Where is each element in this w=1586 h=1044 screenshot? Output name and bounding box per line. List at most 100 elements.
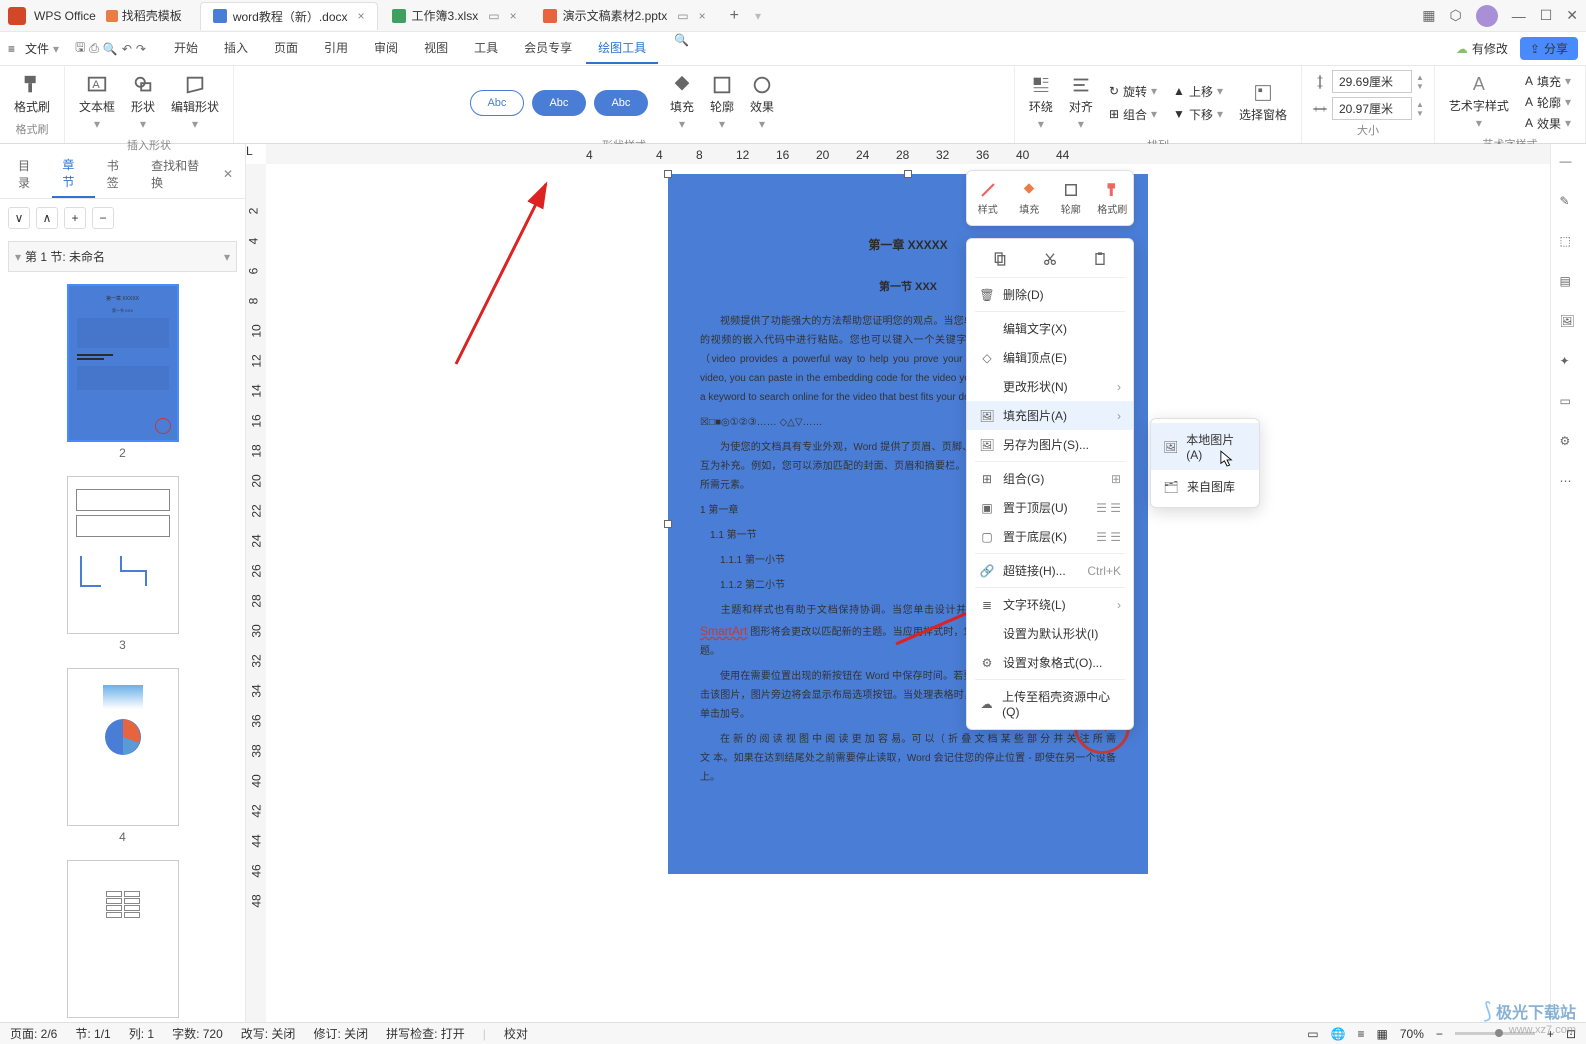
cut-icon[interactable] <box>1042 251 1058 267</box>
redo-icon[interactable]: ↷ <box>136 42 146 56</box>
view-outline-icon[interactable]: ≡ <box>1358 1027 1365 1041</box>
cube-icon[interactable]: ⬡ <box>1449 7 1461 24</box>
view-read-icon[interactable]: ▦ <box>1377 1027 1388 1041</box>
cm-change-shape[interactable]: 更改形状(N)› <box>967 372 1133 401</box>
section-dropdown[interactable]: ▾ 第 1 节: 未命名 ▾ <box>8 241 237 272</box>
nav-close-button[interactable]: ✕ <box>219 163 237 185</box>
status-proof[interactable]: 校对 <box>504 1025 528 1042</box>
cm-fill-image[interactable]: 🖼填充图片(A)› <box>967 401 1133 430</box>
thumb-page-2[interactable]: 第一章 XXXXX 第一节 XXX <box>67 284 179 442</box>
selection-handle[interactable] <box>904 170 912 178</box>
status-page[interactable]: 页面: 2/6 <box>10 1025 57 1042</box>
thumbnail-3[interactable]: 3 <box>0 476 245 652</box>
status-track[interactable]: 改写: 关闭 <box>241 1025 296 1042</box>
print-icon[interactable]: ⎙ <box>89 41 99 56</box>
cm-set-default[interactable]: 设置为默认形状(I) <box>967 619 1133 648</box>
tab-start[interactable]: 开始 <box>162 33 210 64</box>
close-icon[interactable]: × <box>699 9 706 23</box>
shape-button[interactable]: 形状▾ <box>127 70 159 135</box>
document-viewport[interactable]: 第一章 XXXXX 第一节 XXX 视频提供了功能强大的方法帮助您证明您的观点。… <box>266 164 1550 1022</box>
settings-icon[interactable]: ⚙ <box>1560 434 1578 452</box>
mini-outline-button[interactable]: 轮廓 <box>1050 171 1092 225</box>
zoom-value[interactable]: 70% <box>1400 1027 1424 1041</box>
height-input[interactable]: 29.69厘米 <box>1332 70 1412 93</box>
image-icon[interactable]: 🖼 <box>1560 314 1578 332</box>
tab-page[interactable]: 页面 <box>262 33 310 64</box>
modified-indicator[interactable]: ☁ 有修改 <box>1456 40 1508 57</box>
spin-up[interactable]: ▲ <box>1416 100 1424 109</box>
home-template-tab[interactable]: 找稻壳模板 <box>96 7 192 24</box>
align-button[interactable]: 对齐▾ <box>1065 70 1097 135</box>
status-column[interactable]: 列: 1 <box>129 1025 154 1042</box>
layer-icon[interactable]: ▤ <box>1560 274 1578 292</box>
tab-dropdown[interactable]: ▾ <box>755 9 761 23</box>
submenu-local-image[interactable]: 🖼 本地图片(A) <box>1151 423 1259 470</box>
preview-icon[interactable]: 🔍 <box>103 42 118 56</box>
fill-button[interactable]: 填充▾ <box>666 70 698 135</box>
move-up-button[interactable]: ▲上移▾ <box>1169 81 1227 102</box>
status-spell[interactable]: 拼写检查: 打开 <box>386 1025 465 1042</box>
textbox-button[interactable]: A 文本框▾ <box>75 70 119 135</box>
save-icon[interactable]: 🖫 <box>75 38 85 59</box>
search-icon[interactable]: 🔍 <box>674 33 689 64</box>
cm-send-back[interactable]: ▢置于底层(K)☰ ☰ <box>967 522 1133 551</box>
outline-button[interactable]: 轮廓▾ <box>706 70 738 135</box>
avatar[interactable] <box>1476 5 1498 27</box>
zoom-out-button[interactable]: − <box>1436 1027 1443 1041</box>
nav-tab-section[interactable]: 章节 <box>52 150 94 198</box>
format-painter-button[interactable]: 格式刷 <box>10 70 54 119</box>
cm-save-as-image[interactable]: 🖼另存为图片(S)... <box>967 430 1133 459</box>
minimize-icon[interactable]: ▭ <box>488 9 499 23</box>
style-gallery[interactable]: Abc Abc Abc <box>470 90 648 116</box>
wa-fill-button[interactable]: A填充▾ <box>1521 71 1575 92</box>
more-icon[interactable]: ⋯ <box>1560 474 1578 492</box>
thumbnail-4[interactable]: 4 <box>0 668 245 844</box>
thumb-page-4[interactable] <box>67 668 179 826</box>
minimize-icon[interactable]: ▭ <box>677 9 688 23</box>
tab-review[interactable]: 审阅 <box>362 33 410 64</box>
thumbnail-5[interactable] <box>0 860 245 1018</box>
thumbnail-2[interactable]: 第一章 XXXXX 第一节 XXX 2 <box>0 284 245 460</box>
nav-next-button[interactable]: ∧ <box>36 207 58 229</box>
spin-down[interactable]: ▼ <box>1416 109 1424 118</box>
cm-edit-vertex[interactable]: ◇编辑顶点(E) <box>967 343 1133 372</box>
paste-icon[interactable] <box>1092 251 1108 267</box>
wrap-button[interactable]: 环绕▾ <box>1025 70 1057 135</box>
doc-tab-ppt[interactable]: 演示文稿素材2.pptx ▭ × <box>531 2 718 30</box>
width-input[interactable]: 20.97厘米 <box>1332 97 1412 120</box>
nav-remove-button[interactable]: − <box>92 207 114 229</box>
min-window[interactable]: — <box>1512 8 1526 24</box>
tab-reference[interactable]: 引用 <box>312 33 360 64</box>
tab-tools[interactable]: 工具 <box>462 33 510 64</box>
mini-fill-button[interactable]: 填充 <box>1009 171 1051 225</box>
nav-prev-button[interactable]: ∨ <box>8 207 30 229</box>
close-icon[interactable]: × <box>510 9 517 23</box>
cm-delete[interactable]: 🗑删除(D) <box>967 280 1133 309</box>
nav-tab-toc[interactable]: 目录 <box>8 151 50 197</box>
style-pill-2[interactable]: Abc <box>532 90 586 116</box>
tab-view[interactable]: 视图 <box>412 33 460 64</box>
cm-format-object[interactable]: ⚙设置对象格式(O)... <box>967 648 1133 677</box>
cm-hyperlink[interactable]: 🔗超链接(H)...Ctrl+K <box>967 556 1133 585</box>
doc-tab-word[interactable]: word教程（新）.docx × <box>200 2 378 30</box>
rotate-button[interactable]: ↻旋转▾ <box>1105 81 1161 102</box>
spin-down[interactable]: ▼ <box>1416 82 1424 91</box>
select-icon[interactable]: ⬚ <box>1560 234 1578 252</box>
style-pill-3[interactable]: Abc <box>594 90 648 116</box>
cm-bring-front[interactable]: ▣置于顶层(U)☰ ☰ <box>967 493 1133 522</box>
effect-button[interactable]: 效果▾ <box>746 70 778 135</box>
close-icon[interactable]: × <box>358 9 365 23</box>
move-down-button[interactable]: ▼下移▾ <box>1169 104 1227 125</box>
book-icon[interactable]: ▭ <box>1560 394 1578 412</box>
doc-tab-sheet[interactable]: 工作簿3.xlsx ▭ × <box>380 2 529 30</box>
view-web-icon[interactable]: 🌐 <box>1331 1027 1346 1041</box>
tab-drawing[interactable]: 绘图工具 <box>586 33 658 64</box>
new-tab-button[interactable]: + <box>720 7 749 25</box>
nav-add-button[interactable]: + <box>64 207 86 229</box>
view-page-icon[interactable]: ▭ <box>1307 1027 1318 1041</box>
mini-format-painter-button[interactable]: 格式刷 <box>1092 171 1134 225</box>
submenu-from-library[interactable]: 🗂 来自图库 <box>1151 470 1259 503</box>
style-pill-1[interactable]: Abc <box>470 90 524 116</box>
sparkle-icon[interactable]: ✦ <box>1560 354 1578 372</box>
cm-edit-text[interactable]: 编辑文字(X) <box>967 314 1133 343</box>
